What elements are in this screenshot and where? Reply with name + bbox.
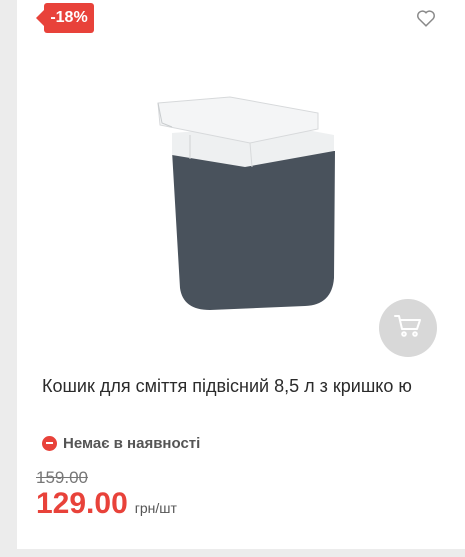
price-row: 129.00 грн/шт [36, 487, 177, 521]
stock-status: Немає в наявності [42, 433, 200, 453]
product-image[interactable] [150, 93, 340, 313]
old-price: 159.00 [36, 468, 88, 487]
add-to-cart-button[interactable] [379, 299, 437, 357]
minus-circle-icon [42, 435, 57, 451]
product-card[interactable]: -18% Кошик для сміття підвісний 8,5 л з … [17, 0, 465, 549]
stock-status-label: Немає в наявності [63, 434, 201, 452]
discount-badge: -18% [36, 3, 94, 33]
product-title[interactable]: Кошик для сміття підвісний 8,5 л з кришк… [42, 372, 452, 401]
current-price: 129.00 [36, 487, 128, 520]
price-unit: грн/шт [134, 500, 177, 516]
favorite-heart-icon[interactable] [415, 7, 437, 29]
shopping-cart-icon [394, 314, 422, 343]
